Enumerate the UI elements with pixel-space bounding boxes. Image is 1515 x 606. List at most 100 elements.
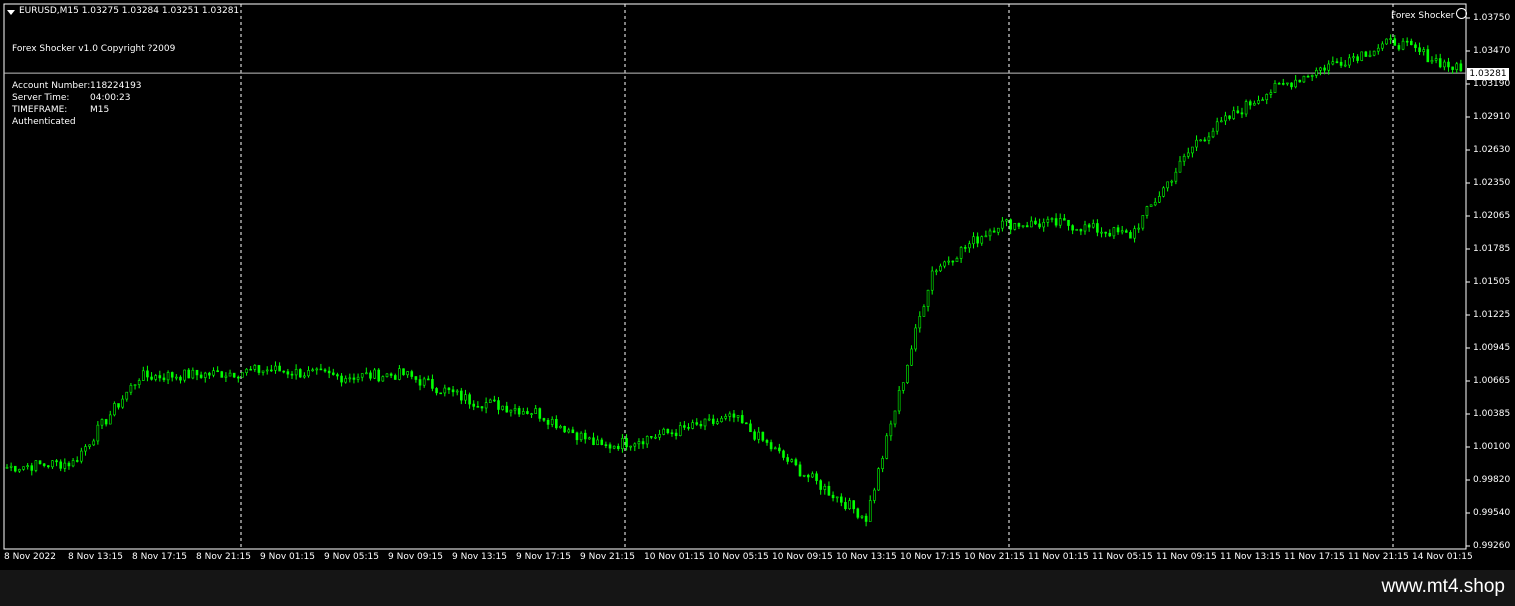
candle-body [790,459,794,462]
candle-body [30,465,34,471]
candle-body [835,496,839,499]
time-tick-label: 11 Nov 01:15 [1028,552,1089,562]
candle-body [92,440,96,446]
candle-body [955,258,959,262]
candle-body [901,382,905,391]
candle-body [245,368,248,373]
candle-body [1385,38,1388,45]
candle-body [530,413,533,415]
candle-body [864,515,868,522]
candle-body [823,485,827,490]
candle-body [224,375,228,378]
candle-body [365,372,368,375]
symbol-dropdown-icon[interactable] [7,10,15,15]
candle-body [435,388,438,394]
candle-body [893,410,897,425]
candle-body [1129,232,1132,239]
candle-body [195,369,199,376]
candle-body [1203,139,1207,142]
candle-body [1108,232,1112,237]
time-tick-label: 10 Nov 09:15 [772,552,833,562]
candle-body [439,392,442,395]
candle-body [220,371,224,378]
candle-body [650,436,653,438]
candle-body [402,368,405,376]
candle-body [422,378,426,386]
candle-body [63,462,67,469]
candle-body [1426,49,1430,63]
candle-body [877,468,880,491]
candle-body [150,376,153,380]
candle-body [546,419,550,425]
candle-body [881,458,884,469]
candle-body [1348,57,1351,66]
candlestick-plot[interactable] [0,0,1515,570]
candle-body [1025,225,1029,228]
price-tick-label: 1.01785 [1473,244,1511,254]
candle-body [666,428,670,434]
candle-body [604,444,608,446]
candle-body [769,442,773,450]
candle-body [290,373,294,376]
candle-body [59,461,62,469]
candle-body [1038,223,1041,228]
candle-body [1360,51,1364,61]
candle-body [583,432,587,440]
candle-body [852,500,856,510]
candle-body [199,374,203,378]
time-tick-label: 10 Nov 21:15 [964,552,1025,562]
candle-body [844,502,847,510]
time-tick-label: 8 Nov 2022 [4,552,56,562]
price-tick-label: 0.99820 [1473,475,1511,485]
candle-body [1199,139,1202,142]
plot-frame [3,3,1467,550]
candle-body [868,500,872,522]
candle-body [612,445,616,449]
candle-body [588,437,591,440]
candle-body [1244,101,1248,115]
candle-body [232,372,236,378]
candle-body [216,370,219,372]
candle-body [493,399,496,402]
candle-body [348,377,352,380]
candle-body [1319,67,1322,71]
candle-body [55,460,58,463]
candle-body [1178,160,1182,173]
candle-body [319,368,323,371]
candle-body [996,227,1000,233]
candle-body [778,447,781,452]
candle-body [798,464,802,477]
candle-body [992,230,996,233]
candle-body [203,372,207,378]
candle-body [662,428,666,435]
candle-body [571,429,575,434]
candle-body [1451,66,1454,70]
candle-body [910,348,913,366]
candle-body [476,406,480,408]
candle-body [42,463,46,466]
price-tick-label: 1.00665 [1473,376,1511,386]
candle-body [1389,38,1392,40]
time-tick-label: 9 Nov 01:15 [260,552,315,562]
candle-body [1145,206,1149,216]
price-tick-label: 1.01225 [1473,310,1511,320]
candle-body [711,418,715,424]
candle-body [637,441,641,445]
candle-body [261,370,265,373]
candle-body [897,390,901,412]
candle-body [765,440,769,443]
candle-body [464,394,467,401]
candle-body [360,373,364,378]
candle-body [526,411,529,414]
candle-body [782,450,785,458]
candle-body [773,447,777,450]
candle-body [472,403,476,407]
candle-body [699,424,703,427]
candle-body [641,441,645,445]
price-chart[interactable]: EURUSD,M15 1.03275 1.03284 1.03251 1.032… [0,0,1515,570]
candle-body [117,403,120,408]
candle-body [1116,227,1120,233]
candle-body [959,247,963,259]
candle-body [1042,221,1046,228]
candle-body [1323,67,1326,71]
